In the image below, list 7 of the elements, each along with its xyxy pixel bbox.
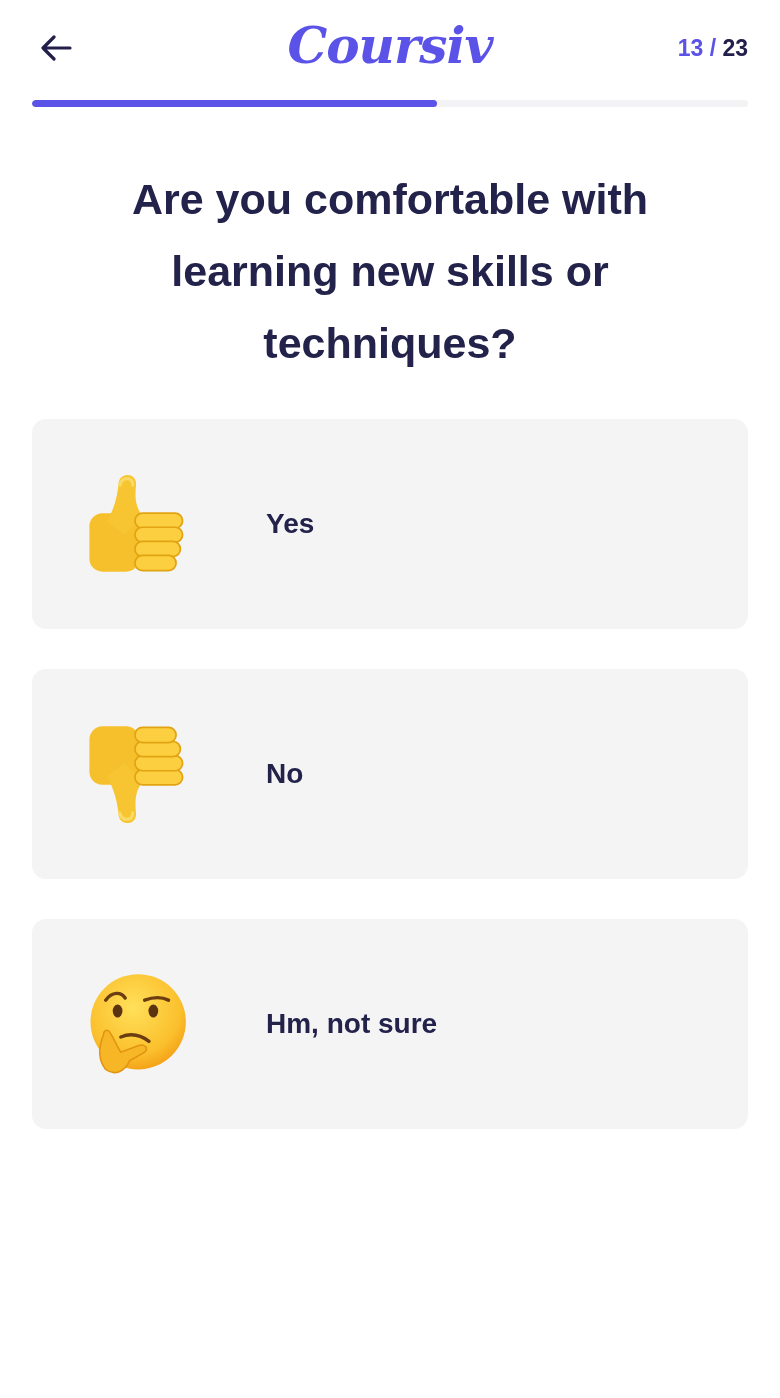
logo: Coursiv bbox=[287, 21, 493, 75]
answer-option[interactable]: Hm, not sure bbox=[32, 919, 748, 1129]
answer-option[interactable]: Yes bbox=[32, 419, 748, 629]
step-counter: 13 / 23 bbox=[677, 34, 748, 62]
back-arrow-icon bbox=[40, 35, 72, 61]
answer-option[interactable]: No bbox=[32, 669, 748, 879]
question-title: Are you comfortable with learning new skills or techniques? bbox=[130, 174, 650, 369]
